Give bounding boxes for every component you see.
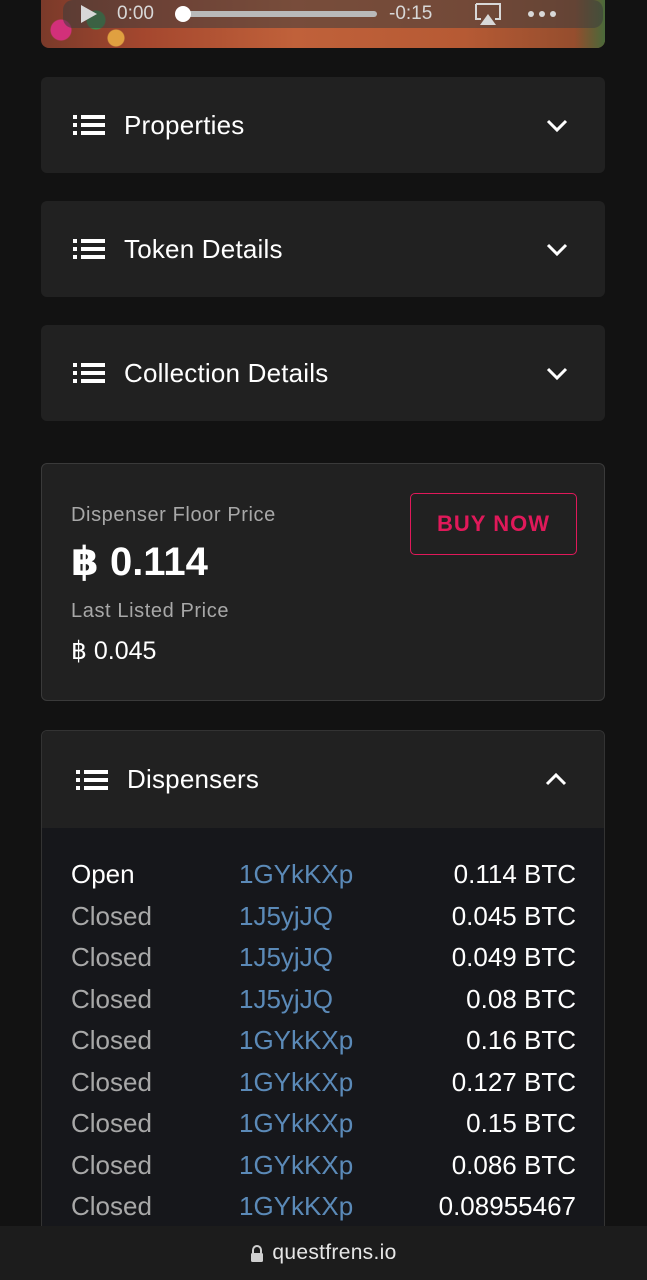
dispenser-amount: 0.08955467	[438, 1191, 576, 1221]
current-time: 0:00	[117, 3, 154, 24]
lock-icon	[251, 1244, 264, 1262]
dispenser-status: Open	[71, 859, 135, 889]
dispenser-status: Closed	[71, 942, 152, 972]
dispenser-status: Closed	[71, 1108, 152, 1138]
accordion-title: Collection Details	[124, 357, 329, 388]
dispenser-row: Closed 1J5yjJQ 0.049 BTC	[42, 938, 604, 980]
last-price-label: Last Listed Price	[71, 600, 230, 622]
dispenser-address-link[interactable]: 1GYkKXp	[239, 1067, 353, 1098]
dispensers-accordion-header[interactable]: Dispensers	[42, 731, 604, 828]
buy-now-button[interactable]: BUY NOW	[410, 493, 577, 555]
properties-accordion[interactable]: Properties	[41, 77, 605, 173]
seek-bar[interactable]	[175, 6, 377, 22]
page-url: questfrens.io	[272, 1241, 397, 1264]
list-icon	[73, 363, 105, 383]
dispenser-row: Closed 1GYkKXp 0.15 BTC	[42, 1104, 604, 1146]
chevron-down-icon[interactable]	[545, 365, 569, 381]
dispenser-row: Closed 1J5yjJQ 0.045 BTC	[42, 897, 604, 939]
list-icon	[73, 115, 105, 135]
list-icon	[76, 769, 108, 790]
dispenser-address-link[interactable]: 1GYkKXp	[239, 859, 353, 890]
dispenser-amount: 0.15 BTC	[466, 1108, 576, 1138]
airplay-icon[interactable]	[473, 2, 503, 26]
play-icon[interactable]	[77, 3, 99, 25]
dispenser-row: Closed 1GYkKXp 0.16 BTC	[42, 1021, 604, 1063]
dispenser-address-link[interactable]: 1GYkKXp	[239, 1150, 353, 1181]
dispenser-amount: 0.049 BTC	[451, 942, 576, 972]
dispenser-row: Closed 1GYkKXp 0.08955467	[42, 1187, 604, 1229]
remaining-time: -0:15	[389, 3, 433, 24]
dispensers-panel: Dispensers Open 1GYkKXp 0.114 BTC Closed…	[41, 730, 605, 1250]
dispenser-amount: 0.08 BTC	[466, 983, 576, 1014]
dispenser-status: Closed	[71, 900, 152, 931]
list-icon	[73, 239, 105, 259]
floor-price-label: Dispenser Floor Price	[71, 504, 276, 526]
browser-address-bar[interactable]: questfrens.io	[0, 1226, 647, 1280]
seek-thumb[interactable]	[175, 6, 191, 22]
dispenser-status: Closed	[71, 1149, 152, 1180]
dispenser-list: Open 1GYkKXp 0.114 BTC Closed 1J5yjJQ 0.…	[42, 855, 604, 1229]
dispenser-address-link[interactable]: 1GYkKXp	[239, 1025, 353, 1056]
dispenser-status: Closed	[71, 983, 152, 1014]
last-price-value: ฿ 0.045	[71, 637, 157, 665]
dispenser-address-link[interactable]: 1J5yjJQ	[239, 901, 333, 932]
page: 0:00 -0:15 Properties Token Details Coll…	[0, 0, 647, 1280]
price-panel: Dispenser Floor Price ฿ 0.114 Last Liste…	[41, 463, 605, 701]
more-icon[interactable]	[527, 9, 557, 19]
accordion-title: Token Details	[124, 233, 283, 264]
collection-details-accordion[interactable]: Collection Details	[41, 325, 605, 421]
dispenser-status: Closed	[71, 1066, 152, 1097]
chevron-up-icon[interactable]	[544, 772, 568, 788]
floor-price-value: ฿ 0.114	[71, 540, 208, 584]
audio-player: 0:00 -0:15	[41, 0, 605, 48]
token-details-accordion[interactable]: Token Details	[41, 201, 605, 297]
dispenser-row: Open 1GYkKXp 0.114 BTC	[42, 855, 604, 897]
accordion-title: Properties	[124, 109, 245, 140]
player-controls: 0:00 -0:15	[63, 0, 603, 28]
dispenser-amount: 0.127 BTC	[451, 1066, 576, 1097]
dispenser-status: Closed	[71, 1191, 152, 1221]
chevron-down-icon[interactable]	[545, 241, 569, 257]
dispenser-address-link[interactable]: 1J5yjJQ	[239, 984, 333, 1015]
dispenser-amount: 0.086 BTC	[451, 1149, 576, 1180]
dispenser-status: Closed	[71, 1025, 152, 1055]
dispenser-row: Closed 1GYkKXp 0.086 BTC	[42, 1146, 604, 1188]
dispenser-address-link[interactable]: 1GYkKXp	[239, 1191, 353, 1222]
chevron-down-icon[interactable]	[545, 117, 569, 133]
dispenser-amount: 0.114 BTC	[453, 859, 576, 889]
dispenser-amount: 0.16 BTC	[466, 1025, 576, 1055]
dispenser-address-link[interactable]: 1GYkKXp	[239, 1108, 353, 1139]
dispenser-amount: 0.045 BTC	[451, 900, 576, 931]
dispenser-row: Closed 1GYkKXp 0.127 BTC	[42, 1063, 604, 1105]
dispenser-address-link[interactable]: 1J5yjJQ	[239, 942, 333, 973]
dispenser-row: Closed 1J5yjJQ 0.08 BTC	[42, 980, 604, 1022]
dispensers-title: Dispensers	[127, 764, 260, 794]
